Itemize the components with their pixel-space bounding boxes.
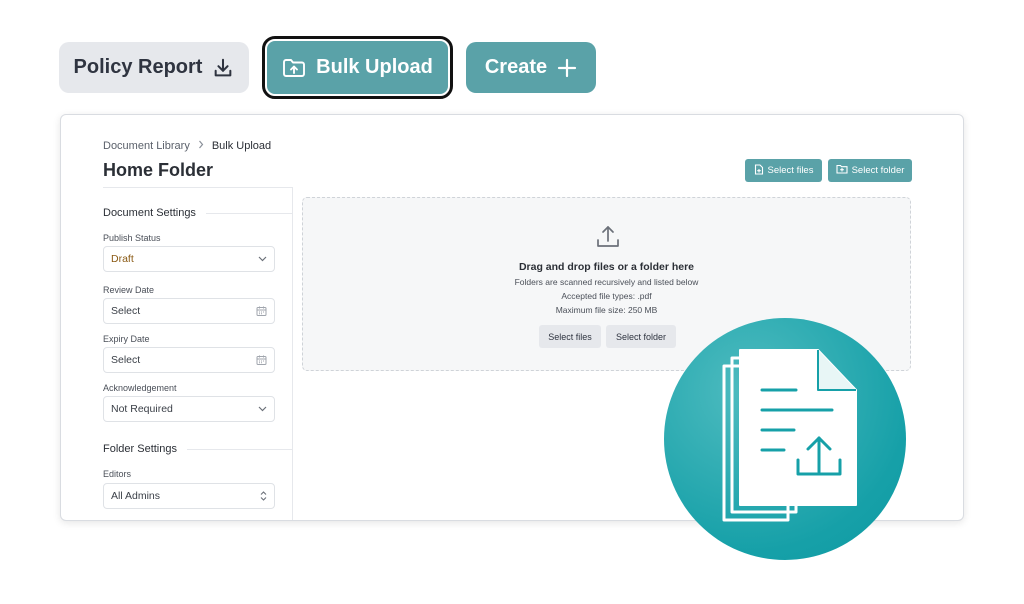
header-select-folder-label: Select folder <box>851 165 905 176</box>
folder-upload-icon <box>282 57 306 79</box>
breadcrumb-current: Bulk Upload <box>211 140 272 152</box>
dropzone-info-maxsize: Maximum file size: 250 MB <box>555 305 658 315</box>
breadcrumb: Document Library Bulk Upload <box>103 140 271 152</box>
acknowledgement-label: Acknowledgement <box>103 383 177 393</box>
download-icon <box>212 57 234 79</box>
chevron-updown-icon <box>260 491 267 502</box>
folder-settings-heading: Folder Settings <box>103 443 177 455</box>
bulk-upload-button[interactable]: Bulk Upload <box>267 41 448 94</box>
breadcrumb-root[interactable]: Document Library <box>103 140 190 152</box>
calendar-icon <box>256 355 267 366</box>
chevron-down-icon <box>258 256 267 262</box>
chevron-down-icon <box>258 406 267 412</box>
folder-add-icon <box>836 164 848 177</box>
acknowledgement-select[interactable]: Not Required <box>103 396 275 422</box>
section-divider <box>187 449 293 450</box>
divider <box>103 187 293 188</box>
dropzone-info-recursive: Folders are scanned recursively and list… <box>514 277 699 287</box>
policy-report-button[interactable]: Policy Report <box>59 42 249 93</box>
section-divider <box>206 213 293 214</box>
review-date-label: Review Date <box>103 285 155 295</box>
folder-settings-heading-text: Folder Settings <box>103 443 177 455</box>
review-date-value: Select <box>111 305 141 317</box>
acknowledgement-value: Not Required <box>111 403 173 415</box>
plus-icon <box>557 58 577 78</box>
document-upload-badge <box>664 318 906 560</box>
chevron-right-icon <box>197 140 205 152</box>
dropzone-title: Drag and drop files or a folder here <box>518 261 695 273</box>
editors-value: All Admins <box>111 490 161 502</box>
create-label: Create <box>484 56 548 78</box>
sidebar-divider <box>292 187 293 520</box>
document-upload-icon <box>722 349 857 522</box>
dropzone-info-filetypes: Accepted file types: .pdf <box>561 291 652 301</box>
bulk-upload-label: Bulk Upload <box>316 56 433 78</box>
expiry-date-label: Expiry Date <box>103 334 150 344</box>
publish-status-value: Draft <box>111 253 134 265</box>
expiry-date-picker[interactable]: Select <box>103 347 275 373</box>
editors-label: Editors <box>103 469 132 479</box>
review-date-picker[interactable]: Select <box>103 298 275 324</box>
header-select-files-label: Select files <box>767 165 814 176</box>
calendar-icon <box>256 306 267 317</box>
upload-icon <box>595 224 621 255</box>
publish-status-label: Publish Status <box>103 233 161 243</box>
page-title: Home Folder <box>103 160 214 180</box>
policy-report-label: Policy Report <box>73 56 203 78</box>
editors-select[interactable]: All Admins <box>103 483 275 509</box>
header-select-files-button[interactable]: Select files <box>745 159 822 182</box>
create-button[interactable]: Create <box>466 42 596 93</box>
expiry-date-value: Select <box>111 354 141 366</box>
document-settings-heading-text: Document Settings <box>103 207 196 219</box>
header-select-folder-button[interactable]: Select folder <box>828 159 912 182</box>
document-settings-heading: Document Settings <box>103 207 196 219</box>
dropzone-select-files-button[interactable]: Select files <box>539 325 601 348</box>
publish-status-select[interactable]: Draft <box>103 246 275 272</box>
file-add-icon <box>754 163 764 178</box>
